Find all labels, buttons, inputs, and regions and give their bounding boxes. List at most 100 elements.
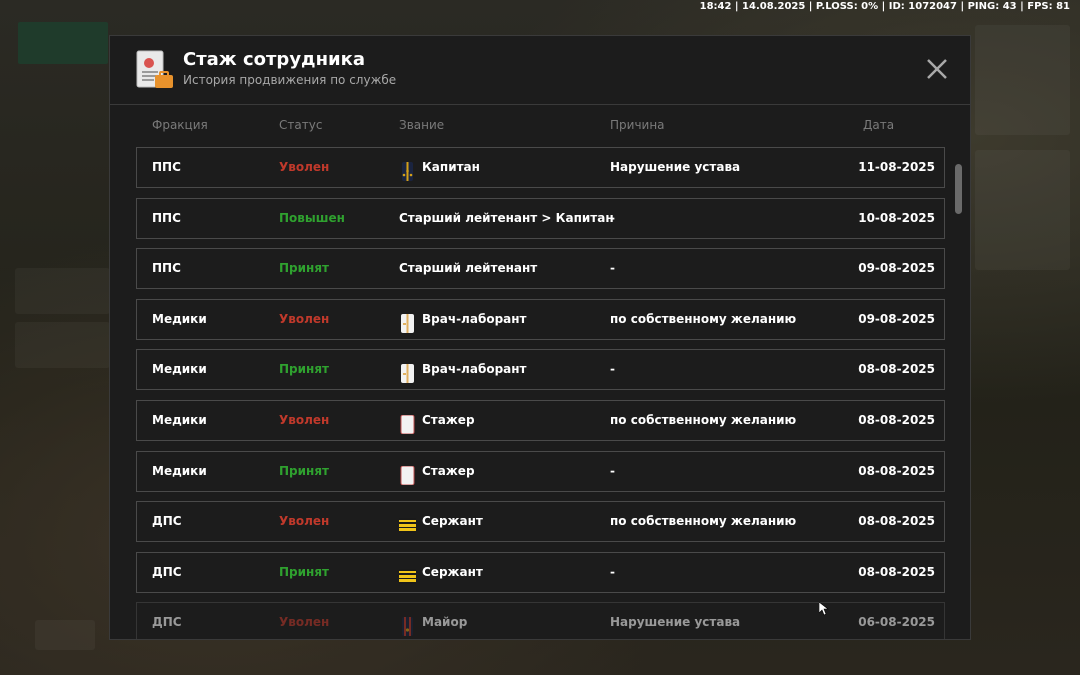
cell-faction: ДПС: [152, 514, 182, 528]
cell-status: Уволен: [279, 413, 330, 427]
cell-faction: ППС: [152, 261, 181, 275]
table-row[interactable]: Медики Уволен Стажер по собственному желани…: [136, 400, 945, 441]
cell-rank: Стажер: [399, 452, 475, 491]
cell-rank-label: Стажер: [422, 464, 475, 478]
cell-rank-label: Капитан: [422, 160, 480, 174]
modal-title: Стаж сотрудника: [183, 49, 366, 70]
cell-status: Принят: [279, 362, 329, 376]
cell-status: Уволен: [279, 514, 330, 528]
column-header-faction: Фракция: [152, 118, 208, 132]
cell-reason: -: [610, 211, 615, 225]
cell-date: 09-08-2025: [858, 261, 935, 275]
cell-rank-label: Майор: [422, 615, 468, 629]
cell-rank-label: Старший лейтенант: [399, 261, 538, 275]
background-panel: [35, 620, 95, 650]
cell-reason: Нарушение устава: [610, 615, 741, 629]
cell-date: 06-08-2025: [858, 615, 935, 629]
cell-rank-label: Старший лейтенант > Капитан: [399, 211, 614, 225]
cell-reason: -: [610, 261, 615, 275]
cell-faction: Медики: [152, 464, 207, 478]
cell-reason: Нарушение устава: [610, 160, 741, 174]
cell-rank-label: Сержант: [422, 565, 483, 579]
cell-status: Принят: [279, 261, 329, 275]
background-panel: [15, 322, 110, 368]
cell-faction: ДПС: [152, 615, 182, 629]
cell-date: 08-08-2025: [858, 565, 935, 579]
table-row[interactable]: ДПС Уволен Сержант по собственному желанию 0…: [136, 501, 945, 542]
cell-reason: -: [610, 464, 615, 478]
cell-status: Принят: [279, 565, 329, 579]
major-shoulder-icon: [399, 613, 416, 636]
cell-rank-label: Сержант: [422, 514, 483, 528]
police-shoulder-icon: [399, 158, 416, 181]
history-table-body: ППС Уволен Капитан Нарушение устава 11-08-20…: [136, 147, 945, 639]
cell-rank: Капитан: [399, 148, 480, 187]
column-header-date: Дата: [863, 118, 895, 132]
cell-faction: Медики: [152, 312, 207, 326]
cell-reason: по собственному желанию: [610, 514, 797, 528]
table-row[interactable]: Медики Принят Врач-лаборант - 08-08-2025: [136, 349, 945, 390]
cell-rank: Стажер: [399, 401, 475, 440]
cell-date: 10-08-2025: [858, 211, 935, 225]
cell-status: Повышен: [279, 211, 345, 225]
cell-reason: -: [610, 565, 615, 579]
cell-faction: ДПС: [152, 565, 182, 579]
medic-coat-icon: [399, 360, 416, 383]
medic-coat-icon: [399, 310, 416, 333]
background-panel: [975, 150, 1070, 270]
sergeant-stripes-icon: [399, 563, 416, 584]
cell-rank-label: Врач-лаборант: [422, 312, 527, 326]
mouse-cursor-icon: [819, 602, 829, 616]
table-row[interactable]: ППС Уволен Капитан Нарушение устава 11-08-20…: [136, 147, 945, 188]
cell-date: 09-08-2025: [858, 312, 935, 326]
cell-faction: ППС: [152, 160, 181, 174]
column-header-reason: Причина: [610, 118, 665, 132]
table-row[interactable]: Медики Принят Стажер - 08-08-2025: [136, 451, 945, 492]
game-logo: [18, 22, 108, 64]
close-icon[interactable]: [926, 58, 948, 80]
hud-status-line: 18:42 | 14.08.2025 | P.LOSS: 0% | ID: 10…: [699, 1, 1070, 12]
cell-rank: Старший лейтенант > Капитан: [399, 199, 614, 238]
intern-coat-icon: [399, 462, 416, 486]
cell-status: Принят: [279, 464, 329, 478]
cell-date: 08-08-2025: [858, 362, 935, 376]
cell-reason: по собственному желанию: [610, 413, 797, 427]
cell-status: Уволен: [279, 615, 330, 629]
column-header-status: Статус: [279, 118, 323, 132]
cell-status: Уволен: [279, 160, 330, 174]
employee-history-modal: Стаж сотрудника История продвижения по с…: [109, 35, 971, 640]
modal-subtitle: История продвижения по службе: [183, 73, 397, 87]
cell-reason: -: [610, 362, 615, 376]
cell-date: 08-08-2025: [858, 464, 935, 478]
table-row[interactable]: Медики Уволен Врач-лаборант по собственному…: [136, 299, 945, 340]
table-row[interactable]: ППС Принят Старший лейтенант - 09-08-2025: [136, 248, 945, 289]
cell-faction: Медики: [152, 413, 207, 427]
background-panel: [975, 25, 1070, 135]
cell-rank: Старший лейтенант: [399, 249, 537, 288]
cell-status: Уволен: [279, 312, 330, 326]
cell-rank: Врач-лаборант: [399, 300, 527, 339]
cell-rank-label: Врач-лаборант: [422, 362, 527, 376]
cell-faction: ППС: [152, 211, 181, 225]
cell-rank-label: Стажер: [422, 413, 475, 427]
sergeant-stripes-icon: [399, 512, 416, 533]
intern-coat-icon: [399, 411, 416, 435]
cell-rank: Майор: [399, 603, 467, 639]
table-row[interactable]: ДПС Принят Сержант - 08-08-2025: [136, 552, 945, 593]
cell-rank: Сержант: [399, 553, 483, 592]
scrollbar[interactable]: [955, 147, 962, 637]
cell-date: 08-08-2025: [858, 514, 935, 528]
column-header-rank: Звание: [399, 118, 445, 132]
cell-rank: Сержант: [399, 502, 483, 541]
modal-header: Стаж сотрудника История продвижения по с…: [110, 36, 970, 105]
cell-rank: Врач-лаборант: [399, 350, 527, 389]
document-briefcase-icon: [136, 50, 173, 88]
table-row[interactable]: ППС Повышен Старший лейтенант > Капитан - 10…: [136, 198, 945, 239]
table-header: Фракция Статус Звание Причина Дата: [136, 118, 944, 134]
background-panel: [15, 268, 110, 314]
scrollbar-thumb[interactable]: [955, 164, 962, 214]
cell-date: 11-08-2025: [858, 160, 935, 174]
cell-faction: Медики: [152, 362, 207, 376]
cell-date: 08-08-2025: [858, 413, 935, 427]
cell-reason: по собственному желанию: [610, 312, 797, 326]
